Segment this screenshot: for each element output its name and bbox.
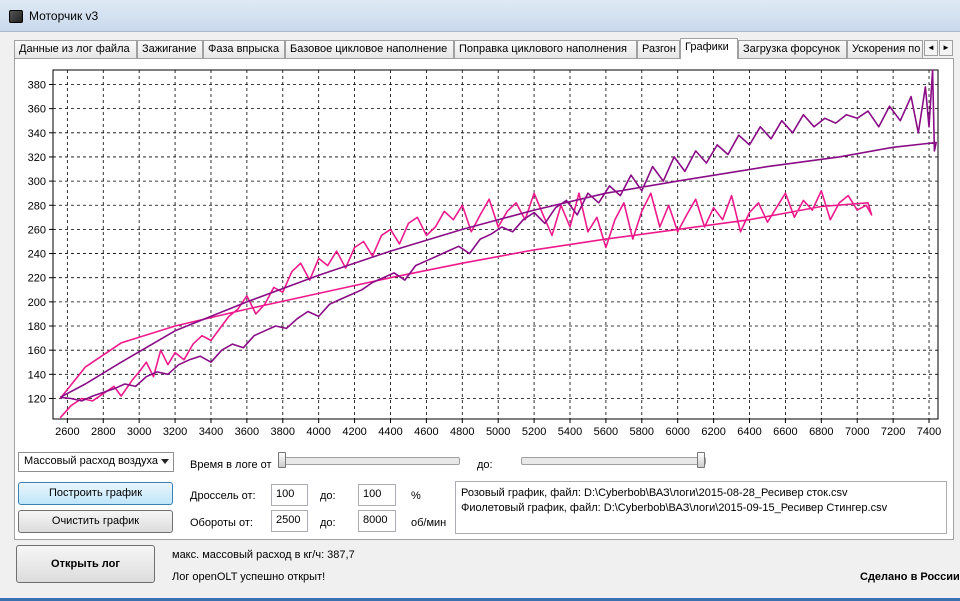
y-tick-label: 300: [28, 176, 46, 188]
y-tick-labels: 120 140 160 180 200 220 240 260 280 300 320 340 360 3…: [28, 79, 53, 405]
time-to-slider[interactable]: [521, 457, 706, 465]
tab-acceleration[interactable]: Разгон: [637, 40, 680, 58]
made-in-russia-text: Сделано в России: [860, 571, 960, 583]
tab-scroll-left-icon[interactable]: ◄: [924, 40, 938, 56]
max-airflow-text: макс. массовый расход в кг/ч: 387,7: [172, 549, 355, 561]
x-tick-label: 3000: [127, 426, 151, 438]
throttle-to-label: до:: [320, 490, 336, 502]
throttle-to-input[interactable]: 100: [358, 484, 396, 506]
plot-area: [52, 69, 939, 420]
y-tick-label: 220: [28, 273, 46, 285]
x-tick-label: 4000: [306, 426, 330, 438]
x-tick-label: 3800: [271, 426, 295, 438]
parameter-select[interactable]: Массовый расход воздуха: [18, 452, 174, 472]
x-tick-label: 6800: [809, 426, 833, 438]
rpm-to-label: до:: [320, 517, 336, 529]
x-tick-label: 6200: [701, 426, 725, 438]
tab-bar: Данные из лог файла Зажигание Фаза впрыс…: [14, 38, 954, 59]
window-titlebar: Моторчик v3: [0, 0, 960, 32]
purple-series-file: Фиолетовый график, файл: D:\Cyberbob\ВАЗ…: [461, 502, 888, 514]
x-tick-label: 4400: [378, 426, 402, 438]
airflow-chart: 120 140 160 180 200 220 240 260 280 300 320 340 360 3…: [21, 63, 947, 449]
x-tick-label: 5400: [558, 426, 582, 438]
y-tick-label: 160: [28, 345, 46, 357]
y-tick-label: 120: [28, 393, 46, 405]
x-tick-label: 5600: [594, 426, 618, 438]
y-tick-label: 320: [28, 152, 46, 164]
rpm-to-input[interactable]: 8000: [358, 510, 396, 532]
x-tick-label: 7000: [845, 426, 869, 438]
app-icon: [9, 10, 23, 23]
tab-ignition[interactable]: Зажигание: [137, 40, 203, 58]
y-tick-label: 360: [28, 104, 46, 116]
x-tick-label: 2600: [55, 426, 79, 438]
throttle-from-input[interactable]: 100: [271, 484, 308, 506]
x-tick-label: 7200: [881, 426, 905, 438]
x-tick-label: 3600: [235, 426, 259, 438]
x-tick-label: 5800: [630, 426, 654, 438]
open-log-button[interactable]: Открыть лог: [16, 545, 155, 583]
y-tick-label: 240: [28, 249, 46, 261]
x-tick-label: 4600: [414, 426, 438, 438]
y-tick-label: 140: [28, 369, 46, 381]
throttle-from-label: Дроссель от:: [190, 490, 256, 502]
log-files-info: Розовый график, файл: D:\Cyberbob\ВАЗ\ло…: [455, 481, 947, 534]
tab-accelerations[interactable]: Ускорения по: [847, 40, 923, 58]
tab-log-data[interactable]: Данные из лог файла: [14, 40, 137, 58]
parameter-select-value: Массовый расход воздуха: [24, 455, 158, 467]
throttle-unit-label: %: [411, 490, 421, 502]
x-tick-labels: 2600 2800 3000 3200 3400 3600 3800 4000 4200 4400…: [55, 419, 941, 438]
time-from-slider-thumb[interactable]: [278, 452, 286, 468]
x-tick-label: 2800: [91, 426, 115, 438]
chevron-down-icon[interactable]: [161, 459, 169, 464]
tab-injector-load[interactable]: Загрузка форсунок: [738, 40, 847, 58]
status-text: Лог openOLT успешно открыт!: [172, 571, 326, 583]
x-tick-label: 3200: [163, 426, 187, 438]
chart-svg: 120 140 160 180 200 220 240 260 280 300 320 340 360 3…: [28, 69, 941, 438]
y-tick-label: 280: [28, 200, 46, 212]
x-tick-label: 6000: [665, 426, 689, 438]
x-tick-label: 6600: [773, 426, 797, 438]
y-tick-label: 180: [28, 321, 46, 333]
tab-base-cyclic-fill[interactable]: Базовое цикловое наполнение: [285, 40, 454, 58]
window-title: Моторчик v3: [29, 9, 99, 23]
y-tick-label: 380: [28, 79, 46, 91]
tab-cyclic-fill-correction[interactable]: Поправка циклового наполнения: [454, 40, 637, 58]
x-tick-label: 4800: [450, 426, 474, 438]
time-to-slider-thumb[interactable]: [697, 452, 705, 468]
y-tick-label: 200: [28, 297, 46, 309]
time-from-slider[interactable]: [280, 457, 460, 465]
x-tick-label: 5000: [486, 426, 510, 438]
time-from-label: Время в логе от: [190, 459, 272, 471]
tab-scroll-right-icon[interactable]: ►: [939, 40, 953, 56]
tab-injection-phase[interactable]: Фаза впрыска: [203, 40, 285, 58]
x-tick-label: 5200: [522, 426, 546, 438]
rpm-from-input[interactable]: 2500: [271, 510, 308, 532]
pink-series-file: Розовый график, файл: D:\Cyberbob\ВАЗ\ло…: [461, 487, 848, 499]
clear-chart-button[interactable]: Очистить график: [18, 510, 173, 533]
rpm-unit-label: об/мин: [411, 517, 447, 529]
rpm-from-label: Обороты от:: [190, 517, 253, 529]
time-to-label: до:: [477, 459, 493, 471]
y-tick-label: 340: [28, 128, 46, 140]
x-tick-label: 6400: [737, 426, 761, 438]
x-tick-label: 3400: [199, 426, 223, 438]
x-tick-label: 7400: [917, 426, 941, 438]
build-chart-button[interactable]: Построить график: [18, 482, 173, 505]
tab-graphs[interactable]: Графики: [680, 38, 738, 59]
y-tick-label: 260: [28, 224, 46, 236]
x-tick-label: 4200: [342, 426, 366, 438]
